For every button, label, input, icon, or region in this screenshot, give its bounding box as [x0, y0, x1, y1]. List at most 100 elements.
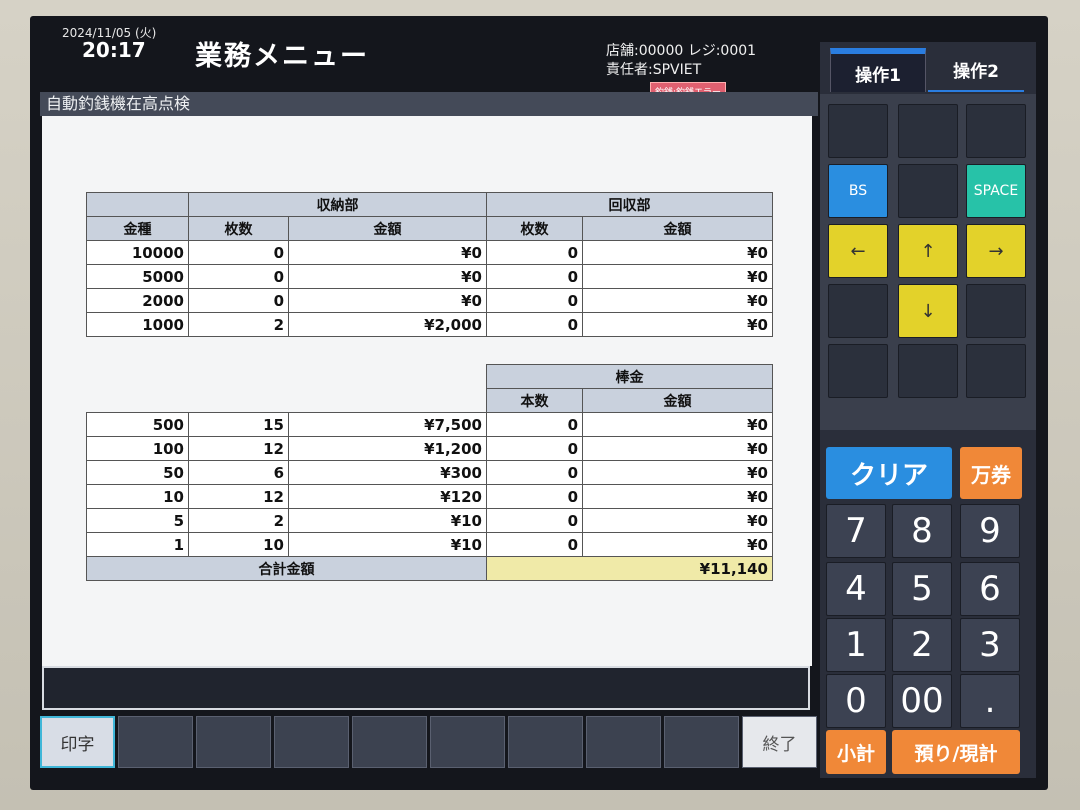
digit-5-button[interactable]: 5 — [892, 562, 952, 616]
bar-count-cell: 0 — [486, 436, 583, 461]
header-amount: 金額 — [288, 216, 487, 241]
denom-cell: 10000 — [86, 240, 189, 265]
bar-amount-cell: ¥0 — [582, 508, 773, 533]
blank-key[interactable] — [898, 344, 958, 398]
blank-key[interactable] — [828, 104, 888, 158]
blank-key[interactable] — [966, 104, 1026, 158]
header-blank — [86, 192, 189, 217]
denom-cell: 2000 — [86, 288, 189, 313]
blank-key[interactable] — [828, 284, 888, 338]
bar-amount-cell: ¥0 — [582, 484, 773, 509]
bar-amount-cell: ¥0 — [582, 436, 773, 461]
arrow-up-button[interactable]: ↑ — [898, 224, 958, 278]
function-key-empty[interactable] — [274, 716, 349, 768]
digit-7-button[interactable]: 7 — [826, 504, 886, 558]
amount-cell: ¥0 — [288, 288, 487, 313]
denom-cell: 5000 — [86, 264, 189, 289]
blank-key[interactable] — [898, 164, 958, 218]
table-row: 2000 0 ¥0 0 ¥0 — [86, 288, 773, 313]
header-bar-count: 本数 — [486, 388, 583, 413]
denom-cell: 50 — [86, 460, 189, 485]
arrow-down-button[interactable]: ↓ — [898, 284, 958, 338]
recovery-amount-cell: ¥0 — [582, 240, 773, 265]
digit-9-button[interactable]: 9 — [960, 504, 1020, 558]
denom-cell: 500 — [86, 412, 189, 437]
digit-2-button[interactable]: 2 — [892, 618, 952, 672]
function-key-empty[interactable] — [430, 716, 505, 768]
backspace-button[interactable]: BS — [828, 164, 888, 218]
double-zero-button[interactable]: 00 — [892, 674, 952, 728]
denom-cell: 5 — [86, 508, 189, 533]
operation-panel: 操作1 操作2 BS SPACE ← ↑ → ↓ クリア 万券 7 8 9 4 … — [820, 42, 1036, 778]
function-key-empty[interactable] — [664, 716, 739, 768]
digit-0-button[interactable]: 0 — [826, 674, 886, 728]
header-recovery: 回収部 — [486, 192, 773, 217]
arrow-keypad: BS SPACE ← ↑ → ↓ — [820, 94, 1036, 430]
digit-8-button[interactable]: 8 — [892, 504, 952, 558]
blank-key[interactable] — [828, 344, 888, 398]
tab-operation-1[interactable]: 操作1 — [830, 48, 926, 92]
header-spacer — [87, 365, 487, 389]
count-cell: 6 — [188, 460, 289, 485]
table-row: 1 10 ¥10 0 ¥0 — [86, 532, 773, 557]
ten-thousand-note-button[interactable]: 万券 — [960, 447, 1022, 499]
clear-button[interactable]: クリア — [826, 447, 952, 499]
table-row: 10 12 ¥120 0 ¥0 — [86, 484, 773, 509]
panel-footer — [42, 666, 810, 710]
amount-cell: ¥300 — [288, 460, 487, 485]
amount-cell: ¥1,200 — [288, 436, 487, 461]
header-denomination: 金種 — [86, 216, 189, 241]
digit-6-button[interactable]: 6 — [960, 562, 1020, 616]
bills-table: 収納部 回収部 金種 枚数 金額 枚数 金額 10000 0 ¥0 0 ¥0 5… — [86, 192, 773, 337]
denom-cell: 100 — [86, 436, 189, 461]
count-cell: 0 — [188, 288, 289, 313]
function-key-empty[interactable] — [586, 716, 661, 768]
table-row: 500 15 ¥7,500 0 ¥0 — [86, 412, 773, 437]
store-register-info: 店舗:00000 レジ:0001 — [606, 43, 757, 59]
recovery-count-cell: 0 — [486, 264, 583, 289]
content-panel: 収納部 回収部 金種 枚数 金額 枚数 金額 10000 0 ¥0 0 ¥0 5… — [42, 116, 812, 666]
blank-key[interactable] — [966, 344, 1026, 398]
subtotal-button[interactable]: 小計 — [826, 730, 886, 774]
denom-cell: 10 — [86, 484, 189, 509]
function-key-empty[interactable] — [508, 716, 583, 768]
amount-cell: ¥120 — [288, 484, 487, 509]
manager-info: 責任者:SPVIET — [606, 62, 702, 78]
deposit-total-button[interactable]: 預り/現計 — [892, 730, 1020, 774]
function-key-bar: 印字 終了 — [40, 716, 817, 780]
digit-4-button[interactable]: 4 — [826, 562, 886, 616]
panel-title: 自動釣銭機在高点検 — [40, 92, 818, 116]
bar-count-cell: 0 — [486, 412, 583, 437]
space-button[interactable]: SPACE — [966, 164, 1026, 218]
pos-screen: 2024/11/05 (火) 20:17 業務メニュー 店舗:00000 レジ:… — [30, 16, 1048, 790]
arrow-right-button[interactable]: → — [966, 224, 1026, 278]
blank-key[interactable] — [898, 104, 958, 158]
count-cell: 2 — [188, 508, 289, 533]
tab-operation-2[interactable]: 操作2 — [928, 48, 1024, 92]
arrow-left-button[interactable]: ← — [828, 224, 888, 278]
blank-key[interactable] — [966, 284, 1026, 338]
table-row: 5 2 ¥10 0 ¥0 — [86, 508, 773, 533]
table-row: 1000 2 ¥2,000 0 ¥0 — [86, 312, 773, 337]
count-cell: 0 — [188, 240, 289, 265]
end-button[interactable]: 終了 — [742, 716, 817, 768]
count-cell: 12 — [188, 484, 289, 509]
denom-cell: 1000 — [86, 312, 189, 337]
decimal-point-button[interactable]: . — [960, 674, 1020, 728]
count-cell: 12 — [188, 436, 289, 461]
digit-1-button[interactable]: 1 — [826, 618, 886, 672]
amount-cell: ¥7,500 — [288, 412, 487, 437]
header-time: 20:17 — [82, 38, 146, 62]
bar-amount-cell: ¥0 — [582, 532, 773, 557]
function-key-empty[interactable] — [196, 716, 271, 768]
header-bar: 棒金 — [486, 364, 773, 389]
recovery-count-cell: 0 — [486, 288, 583, 313]
table-row: 50 6 ¥300 0 ¥0 — [86, 460, 773, 485]
bar-count-cell: 0 — [486, 460, 583, 485]
function-key-empty[interactable] — [352, 716, 427, 768]
bar-count-cell: 0 — [486, 532, 583, 557]
recovery-count-cell: 0 — [486, 240, 583, 265]
function-key-empty[interactable] — [118, 716, 193, 768]
digit-3-button[interactable]: 3 — [960, 618, 1020, 672]
print-button[interactable]: 印字 — [40, 716, 115, 768]
